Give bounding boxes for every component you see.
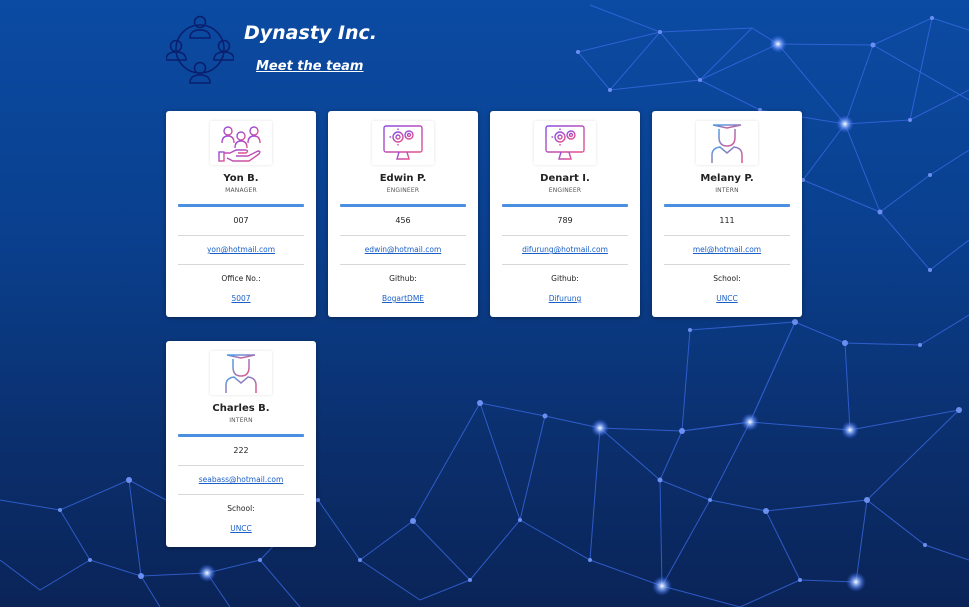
email-link[interactable]: edwin@hotmail.com — [328, 245, 478, 254]
extra-label: Office No.: — [221, 274, 261, 283]
divider — [178, 235, 304, 236]
employee-card: Yon B. MANAGER 007 yon@hotmail.com Offic… — [166, 111, 316, 317]
employee-name: Charles B. — [212, 403, 270, 414]
divider — [664, 264, 790, 265]
accent-divider — [664, 204, 790, 207]
employee-name: Denart I. — [540, 173, 590, 184]
divider — [178, 264, 304, 265]
employee-id: 222 — [233, 446, 249, 455]
employee-role: ENGINEER — [386, 187, 420, 194]
divider — [178, 465, 304, 466]
divider — [502, 264, 628, 265]
divider — [178, 494, 304, 495]
employee-name: Edwin P. — [379, 173, 427, 184]
accent-divider — [502, 204, 628, 207]
employee-role: ENGINEER — [548, 187, 582, 194]
employee-role: INTERN — [229, 417, 253, 424]
company-name: Dynasty Inc. — [244, 22, 377, 44]
email-link[interactable]: mel@hotmail.com — [652, 245, 802, 254]
employee-id: 456 — [395, 216, 411, 225]
employee-card: Denart I. ENGINEER 789 difurung@hotmail.… — [490, 111, 640, 317]
email-link[interactable]: yon@hotmail.com — [166, 245, 316, 254]
divider — [502, 235, 628, 236]
monitor-gears-icon — [534, 121, 596, 165]
extra-label: School: — [227, 504, 255, 513]
employee-role: MANAGER — [225, 187, 257, 194]
divider — [664, 235, 790, 236]
extra-label: Github: — [389, 274, 417, 283]
employee-id: 789 — [557, 216, 573, 225]
school-link[interactable]: UNCC — [652, 294, 802, 303]
accent-divider — [178, 434, 304, 437]
employee-card: Edwin P. ENGINEER 456 edwin@hotmail.com … — [328, 111, 478, 317]
divider — [340, 235, 466, 236]
employee-card: Charles B. INTERN 222 seabass@hotmail.co… — [166, 341, 316, 547]
divider — [340, 264, 466, 265]
office-number-link[interactable]: 5007 — [166, 294, 316, 303]
meet-the-team-link[interactable]: Meet the team — [256, 59, 363, 74]
employee-role: INTERN — [715, 187, 739, 194]
github-link[interactable]: BogartDME — [328, 294, 478, 303]
extra-label: School: — [713, 274, 741, 283]
employee-id: 111 — [719, 216, 735, 225]
extra-label: Github: — [551, 274, 579, 283]
graduate-icon — [210, 351, 272, 395]
employee-name: Yon B. — [223, 173, 259, 184]
email-link[interactable]: seabass@hotmail.com — [166, 475, 316, 484]
employee-id: 007 — [233, 216, 249, 225]
school-link[interactable]: UNCC — [166, 524, 316, 533]
employee-name: Melany P. — [700, 173, 754, 184]
accent-divider — [178, 204, 304, 207]
team-handshake-icon — [210, 121, 272, 165]
github-link[interactable]: Difurung — [490, 294, 640, 303]
team-people-icon — [165, 14, 235, 84]
monitor-gears-icon — [372, 121, 434, 165]
employee-card: Melany P. INTERN 111 mel@hotmail.com Sch… — [652, 111, 802, 317]
accent-divider — [340, 204, 466, 207]
network-background — [0, 4, 969, 607]
email-link[interactable]: difurung@hotmail.com — [490, 245, 640, 254]
graduate-icon — [696, 121, 758, 165]
